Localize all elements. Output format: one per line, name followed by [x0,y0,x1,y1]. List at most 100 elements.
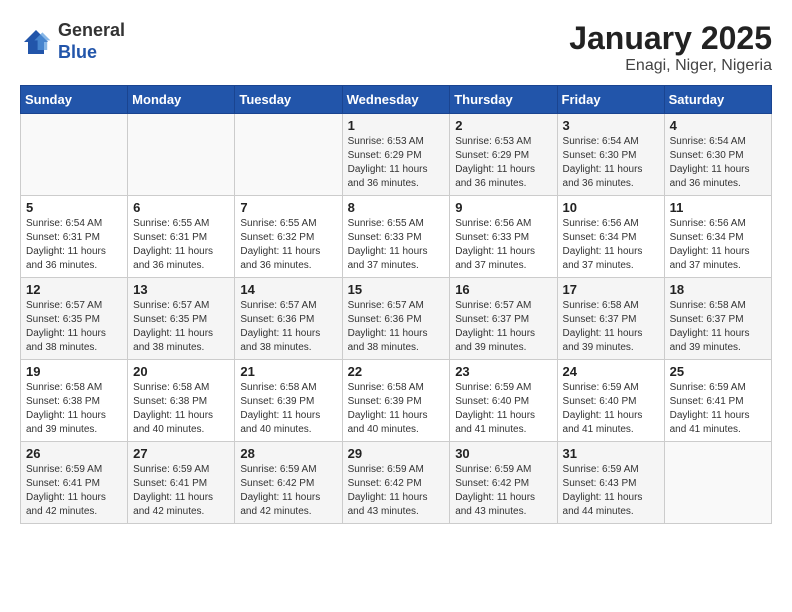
day-cell: 24Sunrise: 6:59 AMSunset: 6:40 PMDayligh… [557,360,664,442]
day-cell: 19Sunrise: 6:58 AMSunset: 6:38 PMDayligh… [21,360,128,442]
week-row-1: 1 Sunrise: 6:53 AMSunset: 6:29 PMDaylight… [21,114,772,196]
day-number: 27 [133,446,229,461]
day-info: Sunrise: 6:54 AMSunset: 6:30 PMDaylight:… [670,135,766,191]
day-number: 11 [670,200,766,215]
week-row-2: 5Sunrise: 6:54 AMSunset: 6:31 PMDaylight… [21,196,772,278]
logo-icon [20,26,52,58]
title-block: January 2025 Enagi, Niger, Nigeria [569,20,772,75]
day-info: Sunrise: 6:58 AMSunset: 6:38 PMDaylight:… [26,381,122,437]
day-number: 8 [348,200,445,215]
day-cell: 10Sunrise: 6:56 AMSunset: 6:34 PMDayligh… [557,196,664,278]
day-number: 10 [563,200,659,215]
day-number: 1 [348,118,445,133]
weekday-tuesday: Tuesday [235,86,342,114]
day-cell: 1 Sunrise: 6:53 AMSunset: 6:29 PMDaylight… [342,114,450,196]
day-info: Sunrise: 6:59 AMSunset: 6:41 PMDaylight:… [26,463,122,519]
day-cell: 8 Sunrise: 6:55 AMSunset: 6:33 PMDaylight… [342,196,450,278]
calendar-subtitle: Enagi, Niger, Nigeria [569,57,772,75]
day-cell: 11 Sunrise: 6:56 AMSunset: 6:34 PMDayligh… [664,196,771,278]
calendar-header: SundayMondayTuesdayWednesdayThursdayFrid… [21,86,772,114]
day-cell: 5Sunrise: 6:54 AMSunset: 6:31 PMDaylight… [21,196,128,278]
day-cell: 15 Sunrise: 6:57 AMSunset: 6:36 PMDayligh… [342,278,450,360]
weekday-header-row: SundayMondayTuesdayWednesdayThursdayFrid… [21,86,772,114]
day-cell: 13 Sunrise: 6:57 AMSunset: 6:35 PMDayligh… [128,278,235,360]
day-info: Sunrise: 6:53 AMSunset: 6:29 PMDaylight:… [348,135,445,191]
day-info: Sunrise: 6:58 AMSunset: 6:37 PMDaylight:… [670,299,766,355]
day-cell [235,114,342,196]
day-number: 7 [240,200,336,215]
day-cell: 9Sunrise: 6:56 AMSunset: 6:33 PMDaylight… [450,196,557,278]
day-number: 2 [455,118,551,133]
day-cell: 31Sunrise: 6:59 AMSunset: 6:43 PMDayligh… [557,442,664,524]
day-cell: 27 Sunrise: 6:59 AMSunset: 6:41 PMDayligh… [128,442,235,524]
day-cell: 14 Sunrise: 6:57 AMSunset: 6:36 PMDayligh… [235,278,342,360]
day-info: Sunrise: 6:55 AMSunset: 6:32 PMDaylight:… [240,217,336,273]
day-number: 9 [455,200,551,215]
day-number: 16 [455,282,551,297]
day-info: Sunrise: 6:58 AMSunset: 6:39 PMDaylight:… [348,381,445,437]
day-number: 24 [563,364,659,379]
day-info: Sunrise: 6:57 AMSunset: 6:36 PMDaylight:… [240,299,336,355]
day-number: 4 [670,118,766,133]
day-cell: 17Sunrise: 6:58 AMSunset: 6:37 PMDayligh… [557,278,664,360]
day-cell: 18 Sunrise: 6:58 AMSunset: 6:37 PMDayligh… [664,278,771,360]
week-row-5: 26 Sunrise: 6:59 AMSunset: 6:41 PMDayligh… [21,442,772,524]
day-number: 3 [563,118,659,133]
weekday-sunday: Sunday [21,86,128,114]
logo-blue-text: Blue [58,42,97,62]
day-number: 26 [26,446,122,461]
day-number: 29 [348,446,445,461]
weekday-thursday: Thursday [450,86,557,114]
day-info: Sunrise: 6:59 AMSunset: 6:42 PMDaylight:… [348,463,445,519]
day-info: Sunrise: 6:57 AMSunset: 6:35 PMDaylight:… [26,299,122,355]
weekday-monday: Monday [128,86,235,114]
day-cell: 29 Sunrise: 6:59 AMSunset: 6:42 PMDayligh… [342,442,450,524]
day-cell: 3 Sunrise: 6:54 AMSunset: 6:30 PMDaylight… [557,114,664,196]
day-number: 14 [240,282,336,297]
day-info: Sunrise: 6:56 AMSunset: 6:34 PMDaylight:… [670,217,766,273]
day-number: 20 [133,364,229,379]
day-cell: 20 Sunrise: 6:58 AMSunset: 6:38 PMDayligh… [128,360,235,442]
day-info: Sunrise: 6:57 AMSunset: 6:36 PMDaylight:… [348,299,445,355]
day-number: 15 [348,282,445,297]
day-cell [21,114,128,196]
day-info: Sunrise: 6:59 AMSunset: 6:41 PMDaylight:… [133,463,229,519]
day-number: 17 [563,282,659,297]
weekday-friday: Friday [557,86,664,114]
day-number: 21 [240,364,336,379]
day-info: Sunrise: 6:54 AMSunset: 6:31 PMDaylight:… [26,217,122,273]
day-cell: 6 Sunrise: 6:55 AMSunset: 6:31 PMDaylight… [128,196,235,278]
day-number: 6 [133,200,229,215]
day-info: Sunrise: 6:55 AMSunset: 6:33 PMDaylight:… [348,217,445,273]
day-cell: 4 Sunrise: 6:54 AMSunset: 6:30 PMDaylight… [664,114,771,196]
day-info: Sunrise: 6:59 AMSunset: 6:43 PMDaylight:… [563,463,659,519]
day-cell: 25Sunrise: 6:59 AMSunset: 6:41 PMDayligh… [664,360,771,442]
day-cell [128,114,235,196]
day-info: Sunrise: 6:57 AMSunset: 6:35 PMDaylight:… [133,299,229,355]
day-info: Sunrise: 6:58 AMSunset: 6:38 PMDaylight:… [133,381,229,437]
day-cell: 21 Sunrise: 6:58 AMSunset: 6:39 PMDayligh… [235,360,342,442]
day-cell: 2Sunrise: 6:53 AMSunset: 6:29 PMDaylight… [450,114,557,196]
day-cell: 28Sunrise: 6:59 AMSunset: 6:42 PMDayligh… [235,442,342,524]
day-info: Sunrise: 6:59 AMSunset: 6:42 PMDaylight:… [240,463,336,519]
weekday-wednesday: Wednesday [342,86,450,114]
day-cell: 30Sunrise: 6:59 AMSunset: 6:42 PMDayligh… [450,442,557,524]
day-cell: 16Sunrise: 6:57 AMSunset: 6:37 PMDayligh… [450,278,557,360]
day-cell [664,442,771,524]
day-info: Sunrise: 6:55 AMSunset: 6:31 PMDaylight:… [133,217,229,273]
week-row-4: 19Sunrise: 6:58 AMSunset: 6:38 PMDayligh… [21,360,772,442]
day-info: Sunrise: 6:58 AMSunset: 6:39 PMDaylight:… [240,381,336,437]
day-number: 12 [26,282,122,297]
logo-general-text: General [58,20,125,40]
day-number: 22 [348,364,445,379]
day-cell: 26 Sunrise: 6:59 AMSunset: 6:41 PMDayligh… [21,442,128,524]
day-number: 18 [670,282,766,297]
day-cell: 12 Sunrise: 6:57 AMSunset: 6:35 PMDayligh… [21,278,128,360]
calendar-title: January 2025 [569,20,772,57]
day-info: Sunrise: 6:54 AMSunset: 6:30 PMDaylight:… [563,135,659,191]
day-info: Sunrise: 6:59 AMSunset: 6:41 PMDaylight:… [670,381,766,437]
calendar-body: 1 Sunrise: 6:53 AMSunset: 6:29 PMDaylight… [21,114,772,524]
day-cell: 7 Sunrise: 6:55 AMSunset: 6:32 PMDaylight… [235,196,342,278]
day-number: 13 [133,282,229,297]
day-cell: 22 Sunrise: 6:58 AMSunset: 6:39 PMDayligh… [342,360,450,442]
